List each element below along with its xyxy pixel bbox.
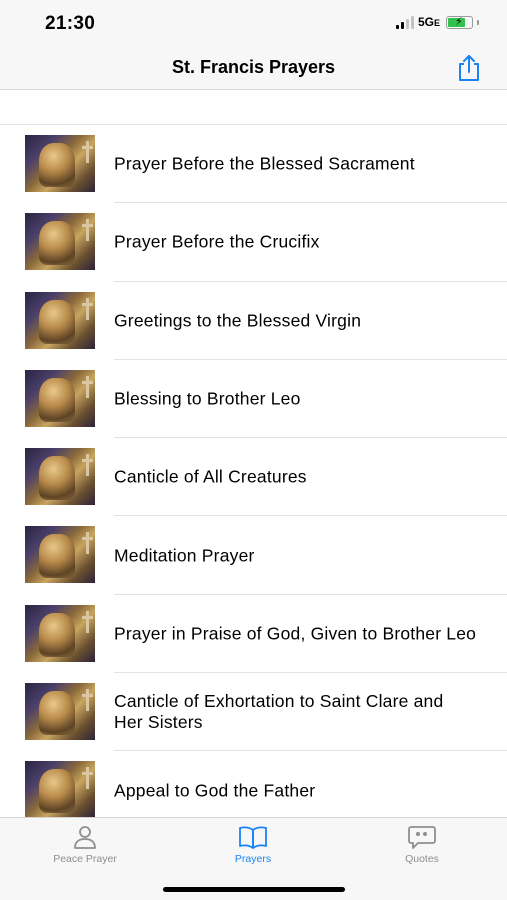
- prayer-list: Prayer Before the Blessed Sacrament Pray…: [0, 125, 507, 817]
- tab-label: Prayers: [234, 853, 272, 865]
- saint-francis-thumbnail: [25, 526, 95, 584]
- charging-bolt-icon: ⚡: [455, 15, 463, 28]
- book-icon: [239, 826, 267, 849]
- tab-bar: Peace Prayer Prayers Quotes: [0, 817, 507, 900]
- saint-francis-thumbnail: [25, 683, 95, 741]
- list-item-title: Canticle of All Creatures: [114, 466, 307, 487]
- list-item[interactable]: Greetings to the Blessed Virgin: [0, 282, 507, 360]
- list-item-title: Canticle of Exhortation to Saint Clare a…: [114, 691, 444, 733]
- saint-francis-thumbnail: [25, 213, 95, 271]
- list-item-title: Greetings to the Blessed Virgin: [114, 310, 362, 331]
- tab-prayers[interactable]: Prayers: [193, 824, 313, 865]
- share-button[interactable]: [455, 53, 483, 83]
- saint-francis-thumbnail: [25, 369, 95, 427]
- saint-francis-thumbnail: [25, 604, 95, 662]
- quote-bubble-icon: [408, 826, 436, 849]
- cellular-signal-icon: [395, 15, 414, 29]
- person-icon: [74, 826, 96, 849]
- list-item-title: Prayer Before the Crucifix: [114, 231, 320, 252]
- list-item[interactable]: Canticle of Exhortation to Saint Clare a…: [0, 673, 507, 752]
- saint-francis-thumbnail: [25, 761, 95, 817]
- list-item[interactable]: Canticle of All Creatures: [0, 438, 507, 517]
- share-icon: [459, 55, 479, 81]
- tab-label: Peace Prayer: [53, 853, 117, 865]
- battery-icon: ⚡: [446, 15, 473, 29]
- list-item[interactable]: Appeal to God the Father: [0, 751, 507, 817]
- list-item[interactable]: Meditation Prayer: [0, 516, 507, 595]
- tab-peace-prayer[interactable]: Peace Prayer: [25, 824, 145, 865]
- list-item-title: Meditation Prayer: [114, 545, 255, 566]
- status-indicators: 5GE ⚡: [395, 15, 479, 29]
- list-item-title: Prayer in Praise of God, Given to Brothe…: [114, 623, 477, 644]
- list-item[interactable]: Blessing to Brother Leo: [0, 360, 507, 439]
- list-item[interactable]: Prayer Before the Blessed Sacrament: [0, 125, 507, 204]
- page-title: St. Francis Prayers: [171, 57, 336, 77]
- tab-label: Quotes: [405, 853, 439, 865]
- status-bar: 21:30 5GE ⚡: [0, 0, 507, 48]
- list-header-spacer: [0, 90, 507, 125]
- navigation-bar: St. Francis Prayers: [0, 48, 507, 90]
- list-item-title: Blessing to Brother Leo: [114, 388, 301, 409]
- list-item[interactable]: Prayer Before the Crucifix: [0, 203, 507, 282]
- list-item-title: Prayer Before the Blessed Sacrament: [114, 153, 415, 174]
- saint-francis-thumbnail: [25, 448, 95, 506]
- saint-francis-thumbnail: [25, 135, 95, 192]
- tab-quotes[interactable]: Quotes: [362, 824, 482, 865]
- status-time: 21:30: [45, 13, 96, 34]
- saint-francis-thumbnail: [25, 291, 95, 349]
- list-item[interactable]: Prayer in Praise of God, Given to Brothe…: [0, 595, 507, 674]
- network-type: 5GE: [417, 15, 440, 29]
- home-indicator[interactable]: [163, 887, 345, 892]
- list-item-title: Appeal to God the Father: [114, 780, 316, 801]
